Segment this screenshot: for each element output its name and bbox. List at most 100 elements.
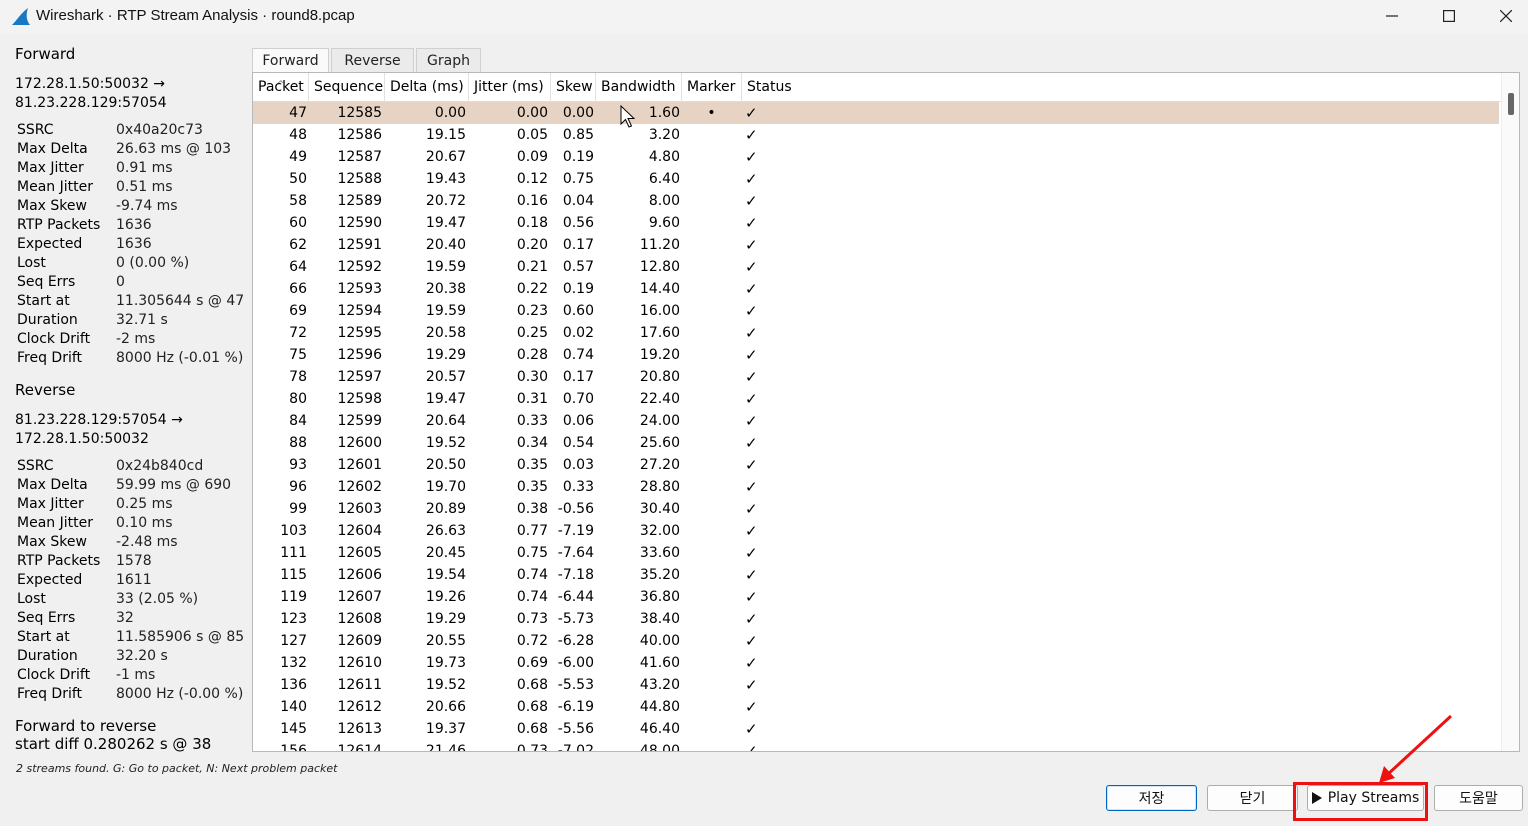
cell-skew: 0.04 [562, 193, 594, 209]
table-row[interactable]: 88 12600 19.52 0.34 0.54 25.60 ✓ [253, 432, 1499, 454]
cell-packet: 115 [280, 567, 307, 583]
rtp-packet-table[interactable]: ^ Packet Sequence Delta (ms) Jitter (ms)… [252, 72, 1520, 752]
cell-bandwidth: 43.20 [639, 677, 680, 693]
cell-jitter: 0.22 [516, 281, 548, 297]
cell-jitter: 0.25 [516, 325, 548, 341]
table-row[interactable]: 140 12612 20.66 0.68 -6.19 44.80 ✓ [253, 696, 1499, 718]
cell-skew: 0.75 [562, 171, 594, 187]
stat-label: Max Jitter [17, 160, 84, 176]
table-header: ^ Packet Sequence Delta (ms) Jitter (ms)… [253, 73, 1501, 102]
stat-value: 32 [116, 610, 134, 626]
table-row[interactable]: 99 12603 20.89 0.38 -0.56 30.40 ✓ [253, 498, 1499, 520]
help-button[interactable]: 도움말 [1434, 785, 1523, 811]
table-row[interactable]: 62 12591 20.40 0.20 0.17 11.20 ✓ [253, 234, 1499, 256]
vertical-scrollbar[interactable] [1501, 73, 1519, 751]
cell-status: ✓ [745, 676, 758, 694]
cell-sequence: 12596 [337, 347, 382, 363]
cell-sequence: 12600 [337, 435, 382, 451]
table-row[interactable]: 132 12610 19.73 0.69 -6.00 41.60 ✓ [253, 652, 1499, 674]
table-row[interactable]: 80 12598 19.47 0.31 0.70 22.40 ✓ [253, 388, 1499, 410]
tab-forward[interactable]: Forward [252, 48, 329, 72]
table-row[interactable]: 75 12596 19.29 0.28 0.74 19.20 ✓ [253, 344, 1499, 366]
table-row[interactable]: 93 12601 20.50 0.35 0.03 27.20 ✓ [253, 454, 1499, 476]
cell-packet: 69 [289, 303, 307, 319]
col-jitter[interactable]: Jitter (ms) [469, 73, 551, 102]
table-row[interactable]: 48 12586 19.15 0.05 0.85 3.20 ✓ [253, 124, 1499, 146]
table-row[interactable]: 49 12587 20.67 0.09 0.19 4.80 ✓ [253, 146, 1499, 168]
cell-skew: 0.54 [562, 435, 594, 451]
col-skew[interactable]: Skew [551, 73, 596, 102]
cell-packet: 66 [289, 281, 307, 297]
cell-marker [683, 674, 740, 696]
col-marker[interactable]: Marker [682, 73, 742, 102]
cell-packet: 123 [280, 611, 307, 627]
cell-delta: 19.43 [425, 171, 466, 187]
tab-graph[interactable]: Graph [416, 48, 481, 72]
tab-reverse[interactable]: Reverse [331, 48, 414, 72]
cell-status: ✓ [745, 456, 758, 474]
close-button[interactable]: 닫기 [1207, 785, 1298, 811]
table-row[interactable]: 69 12594 19.59 0.23 0.60 16.00 ✓ [253, 300, 1499, 322]
minimize-icon [1386, 15, 1398, 17]
cell-packet: 99 [289, 501, 307, 517]
cell-bandwidth: 19.20 [639, 347, 680, 363]
stat-label: Expected [17, 572, 83, 588]
table-row[interactable]: 96 12602 19.70 0.35 0.33 28.80 ✓ [253, 476, 1499, 498]
stat-label: Lost [17, 591, 46, 607]
table-row[interactable]: 115 12606 19.54 0.74 -7.18 35.20 ✓ [253, 564, 1499, 586]
table-row[interactable]: 156 12614 21.46 0.73 -7.02 48.00 ✓ [253, 740, 1499, 752]
stat-label: Max Jitter [17, 496, 84, 512]
maximize-button[interactable] [1421, 0, 1477, 32]
close-window-button[interactable] [1478, 0, 1528, 32]
table-row[interactable]: 119 12607 19.26 0.74 -6.44 36.80 ✓ [253, 586, 1499, 608]
stat-label: Duration [17, 648, 78, 664]
cell-jitter: 0.77 [516, 523, 548, 539]
table-row[interactable]: 111 12605 20.45 0.75 -7.64 33.60 ✓ [253, 542, 1499, 564]
cell-marker [683, 278, 740, 300]
cell-packet: 111 [280, 545, 307, 561]
cell-bandwidth: 35.20 [639, 567, 680, 583]
stat-label: RTP Packets [17, 553, 101, 569]
cell-status: ✓ [745, 478, 758, 496]
table-row[interactable]: 127 12609 20.55 0.72 -6.28 40.00 ✓ [253, 630, 1499, 652]
col-sequence[interactable]: Sequence [309, 73, 385, 102]
table-row[interactable]: 64 12592 19.59 0.21 0.57 12.80 ✓ [253, 256, 1499, 278]
table-row[interactable]: 84 12599 20.64 0.33 0.06 24.00 ✓ [253, 410, 1499, 432]
cell-skew: 0.17 [562, 237, 594, 253]
table-row[interactable]: 145 12613 19.37 0.68 -5.56 46.40 ✓ [253, 718, 1499, 740]
cell-jitter: 0.73 [516, 743, 548, 752]
cell-jitter: 0.68 [516, 721, 548, 737]
stat-value: 11.585906 s @ 85 [116, 629, 245, 645]
sort-ascending-icon: ^ [277, 80, 285, 90]
stat-value: 32.20 s [116, 648, 168, 664]
table-row[interactable]: 60 12590 19.47 0.18 0.56 9.60 ✓ [253, 212, 1499, 234]
table-row[interactable]: 136 12611 19.52 0.68 -5.53 43.20 ✓ [253, 674, 1499, 696]
cell-sequence: 12588 [337, 171, 382, 187]
cell-delta: 20.55 [425, 633, 466, 649]
stat-value: 0 (0.00 %) [116, 255, 190, 271]
table-row[interactable]: 123 12608 19.29 0.73 -5.73 38.40 ✓ [253, 608, 1499, 630]
cell-marker [683, 520, 740, 542]
cell-status: ✓ [745, 258, 758, 276]
cell-jitter: 0.74 [516, 589, 548, 605]
minimize-button[interactable] [1364, 0, 1420, 32]
col-delta[interactable]: Delta (ms) [385, 73, 469, 102]
cell-skew: -5.73 [557, 611, 594, 627]
stat-value: 1636 [116, 236, 152, 252]
save-button[interactable]: 저장 [1106, 785, 1197, 811]
col-status[interactable]: Status [742, 73, 1502, 102]
stat-label: Mean Jitter [17, 179, 93, 195]
table-row[interactable]: 103 12604 26.63 0.77 -7.19 32.00 ✓ [253, 520, 1499, 542]
table-row[interactable]: 66 12593 20.38 0.22 0.19 14.40 ✓ [253, 278, 1499, 300]
cell-bandwidth: 3.20 [648, 127, 680, 143]
table-row[interactable]: 47 12585 0.00 0.00 0.00 1.60 • ✓ [253, 102, 1499, 124]
stat-label: RTP Packets [17, 217, 101, 233]
col-bandwidth[interactable]: Bandwidth [596, 73, 682, 102]
col-packet[interactable]: ^ Packet [253, 73, 309, 102]
table-row[interactable]: 72 12595 20.58 0.25 0.02 17.60 ✓ [253, 322, 1499, 344]
table-row[interactable]: 50 12588 19.43 0.12 0.75 6.40 ✓ [253, 168, 1499, 190]
cell-packet: 72 [289, 325, 307, 341]
scrollbar-thumb[interactable] [1508, 93, 1514, 115]
table-row[interactable]: 78 12597 20.57 0.30 0.17 20.80 ✓ [253, 366, 1499, 388]
table-row[interactable]: 58 12589 20.72 0.16 0.04 8.00 ✓ [253, 190, 1499, 212]
